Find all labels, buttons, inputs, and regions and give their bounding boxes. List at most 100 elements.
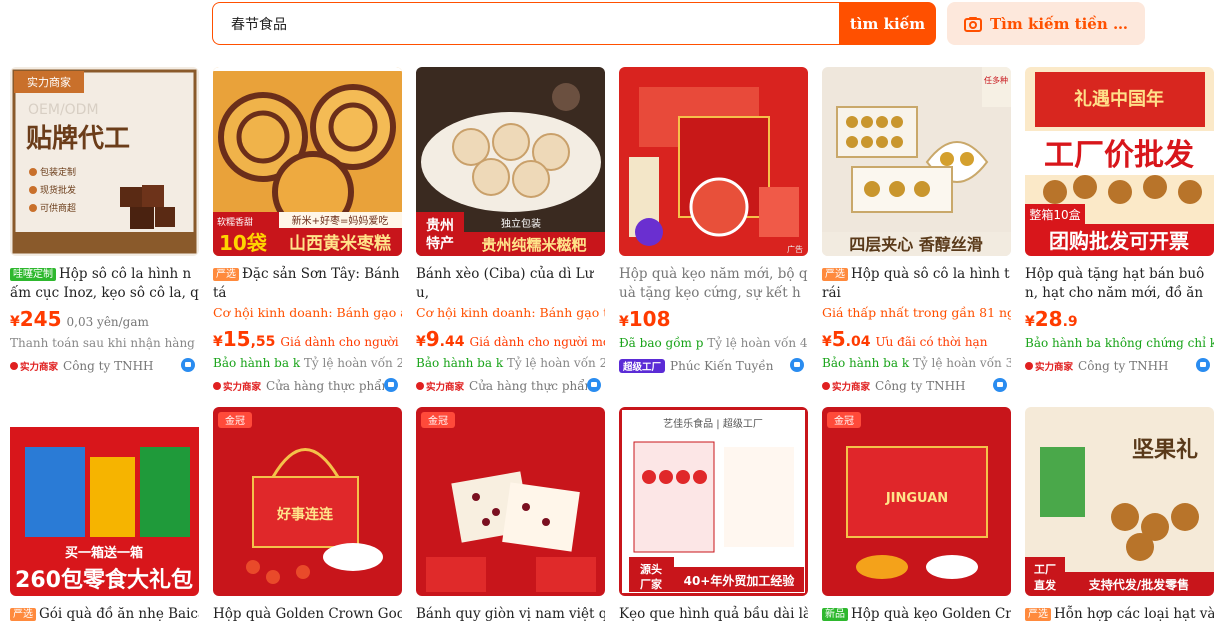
product-grid: 实力商家 OEM/ODM 贴牌代工 包装定制 现货批发 可供商超 哇噻定制 Hộp… (10, 67, 1218, 627)
product-card[interactable]: 贵州 特产 贵州纯糯米糍粑 独立包装 Bánh xèo (Ciba) của d… (416, 67, 605, 397)
product-card[interactable]: 广告 Hộp quà kẹo năm mới, bộ quà tặng kẹo … (619, 67, 808, 397)
svg-text:山西黄米枣糕: 山西黄米枣糕 (289, 233, 391, 254)
svg-text:40+年外贸加工经验: 40+年外贸加工经验 (684, 573, 796, 588)
svg-text:广告: 广告 (787, 244, 803, 254)
svg-text:买一箱送一箱: 买一箱送一箱 (65, 545, 143, 561)
chat-icon[interactable] (384, 378, 398, 392)
product-card[interactable]: 艺佳乐食品 | 超级工厂 源头 厂家 40+年外贸加工经验 Kẹo que hì… (619, 407, 808, 627)
product-card[interactable]: 坚果礼 工厂 直发 支持代发/批发零售 严选 Hỗn hợp các loại h… (1025, 407, 1214, 627)
product-image[interactable]: 金冠 好事连连 (213, 407, 402, 596)
svg-text:现货批发: 现货批发 (40, 184, 76, 196)
svg-text:四层夹心 香醇丝滑: 四层夹心 香醇丝滑 (849, 235, 983, 254)
search-bar: tìm kiếm (212, 2, 936, 45)
product-image[interactable]: 金冠 (416, 407, 605, 596)
product-title[interactable]: 严选 Hộp quà sô cô la hình trái (822, 265, 1011, 303)
shop-name: Công ty TNHH (875, 379, 966, 393)
product-card[interactable]: 金冠 好事连连 Hộp quà Golden Crown Good (213, 407, 402, 627)
shop-name: Cửa hàng thực phẩm (266, 379, 384, 393)
guarantee-line: Bảo hành ba k Tỷ lệ hoàn vốn 26% (416, 356, 605, 370)
shop-badge: 实力商家 (416, 379, 464, 393)
product-title[interactable]: Hộp quà tặng hạt bán buôn, hạt cho năm m… (1025, 265, 1214, 303)
product-title[interactable]: Bánh quy giòn vị nam việt quấ (416, 605, 605, 627)
shop-line[interactable]: 超级工厂 Phúc Kiến Tuyền (619, 357, 808, 375)
price-line: ¥9.44 Giá dành cho người mới đ (416, 327, 605, 353)
svg-text:贴牌代工: 贴牌代工 (26, 123, 130, 154)
svg-text:实力商家: 实力商家 (27, 75, 71, 89)
chat-icon[interactable] (790, 358, 804, 372)
product-title[interactable]: 哇噻定制 Hộp sô cô la hình nấm cục Inoz, kẹo … (10, 265, 199, 303)
shop-line[interactable]: 实力商家 Cửa hàng thực phẩm (213, 377, 402, 395)
svg-text:厂家: 厂家 (640, 577, 663, 591)
product-title[interactable]: 新品 Hộp quà kẹo Golden Cro (822, 605, 1011, 627)
product-image[interactable]: 买一箱送一箱 260包零食大礼包 (10, 407, 199, 596)
product-title[interactable]: Hộp quà Golden Crown Good (213, 605, 402, 627)
product-title[interactable]: Bánh xèo (Ciba) của dì Lưu, (416, 265, 605, 303)
svg-text:包装定制: 包装定制 (40, 166, 76, 178)
price-line: ¥245 0,03 yên/gam (10, 307, 199, 333)
product-title[interactable]: 严选 Gói quà đồ ăn nhẹ Baicao (10, 605, 199, 627)
price: ¥245 (10, 307, 62, 331)
shop-line[interactable]: 实力商家 Công ty TNHH (10, 357, 199, 375)
product-title[interactable]: 严选 Đặc sản Sơn Tây: Bánh tá (213, 265, 402, 303)
product-image[interactable]: 艺佳乐食品 | 超级工厂 源头 厂家 40+年外贸加工经验 (619, 407, 808, 596)
product-image[interactable]: 贵州 特产 贵州纯糯米糍粑 独立包装 (416, 67, 605, 256)
product-image[interactable]: 广告 (619, 67, 808, 256)
shop-name: Phúc Kiến Tuyền (670, 359, 774, 373)
svg-text:260包零食大礼包: 260包零食大礼包 (15, 567, 193, 593)
guarantee-line: Thanh toán sau khi nhận hàng (10, 336, 195, 350)
product-title[interactable]: Kẹo que hình quả bầu dài làm (619, 605, 808, 627)
svg-text:贵州纯糯米糍粑: 贵州纯糯米糍粑 (481, 236, 586, 254)
svg-text:金冠: 金冠 (225, 414, 245, 427)
product-image[interactable]: 金冠 JINGUAN (822, 407, 1011, 596)
product-title[interactable]: 严选 Hỗn hợp các loại hạt và n (1025, 605, 1214, 627)
product-image[interactable]: 任多种 四层夹心 香醇丝滑 (822, 67, 1011, 256)
product-card[interactable]: 买一箱送一箱 260包零食大礼包 严选 Gói quà đồ ăn nhẹ Bai… (10, 407, 199, 627)
svg-text:支持代发/批发零售: 支持代发/批发零售 (1088, 577, 1189, 592)
shop-line[interactable]: 实力商家 Công ty TNHH (822, 377, 1011, 395)
svg-text:艺佳乐食品 | 超级工厂: 艺佳乐食品 | 超级工厂 (663, 417, 763, 430)
product-card[interactable]: 实力商家 OEM/ODM 贴牌代工 包装定制 现货批发 可供商超 哇噻定制 Hộp… (10, 67, 199, 397)
product-card[interactable]: 礼遇中国年 工厂价批发 整箱10盒 团购批发可开票 Hộp quà tặng h… (1025, 67, 1214, 397)
chat-icon[interactable] (1196, 358, 1210, 372)
product-image[interactable]: 礼遇中国年 工厂价批发 整箱10盒 团购批发可开票 (1025, 67, 1214, 256)
shop-name: Công ty TNHH (1078, 359, 1169, 373)
shop-badge: 实力商家 (213, 379, 261, 393)
chat-icon[interactable] (993, 378, 1007, 392)
shop-line[interactable]: 实力商家 Công ty TNHH (1025, 357, 1214, 375)
price-line: ¥108 (619, 307, 808, 333)
chat-icon[interactable] (181, 358, 195, 372)
price: ¥5.04 (822, 327, 871, 351)
svg-text:金冠: 金冠 (428, 414, 448, 427)
product-card[interactable]: 任多种 四层夹心 香醇丝滑 严选 Hộp quà sô cô la hình tr… (822, 67, 1011, 397)
product-card[interactable]: 软糯香甜 10袋 新米+好枣=妈妈爱吃 山西黄米枣糕 严选 Đặc sản Sơn… (213, 67, 402, 397)
product-image[interactable]: 实力商家 OEM/ODM 贴牌代工 包装定制 现货批发 可供商超 (10, 67, 199, 256)
product-image[interactable]: 坚果礼 工厂 直发 支持代发/批发零售 (1025, 407, 1214, 596)
svg-text:任多种: 任多种 (984, 75, 1008, 85)
price-note: Giá dành cho người mới đ (469, 335, 605, 349)
product-title[interactable]: Hộp quà kẹo năm mới, bộ quà tặng kẹo cứn… (619, 265, 808, 303)
product-image[interactable]: 软糯香甜 10袋 新米+好枣=妈妈爱吃 山西黄米枣糕 (213, 67, 402, 256)
price-note: Giá dành cho người m (280, 335, 402, 349)
search-input[interactable] (212, 2, 839, 45)
search-button[interactable]: tìm kiếm (839, 2, 936, 45)
promo-text: Cơ hội kinh doanh: Bánh gạo ăn (213, 305, 402, 320)
svg-text:工厂: 工厂 (1034, 563, 1056, 576)
camera-icon (964, 16, 982, 32)
svg-text:礼遇中国年: 礼遇中国年 (1074, 88, 1164, 110)
promo-text: Cơ hội kinh doanh: Bánh gạo thập (416, 305, 605, 320)
product-card[interactable]: 金冠 Bánh quy giòn vị nam việt quấ (416, 407, 605, 627)
svg-text:好事连连: 好事连连 (276, 506, 334, 523)
svg-text:坚果礼: 坚果礼 (1132, 437, 1198, 463)
product-tag: 严选 (10, 608, 36, 621)
price: ¥108 (619, 307, 671, 331)
image-search-button[interactable]: Tìm kiếm tiền … (947, 2, 1145, 45)
product-tag: 新品 (822, 608, 848, 621)
guarantee-line: Bảo hành ba k Tỷ lệ hoàn vốn 34% (822, 356, 1011, 370)
product-card[interactable]: 金冠 JINGUAN 新品 Hộp quà kẹo Golden Cro (822, 407, 1011, 627)
svg-text:整箱10盒: 整箱10盒 (1029, 207, 1080, 222)
shop-line[interactable]: 实力商家 Cửa hàng thực phẩm (416, 377, 605, 395)
price-line: ¥5.04 Ưu đãi có thời hạn (822, 327, 1011, 353)
svg-text:团购批发可开票: 团购批发可开票 (1049, 229, 1189, 253)
chat-icon[interactable] (587, 378, 601, 392)
price-line: ¥28.9 (1025, 307, 1214, 333)
